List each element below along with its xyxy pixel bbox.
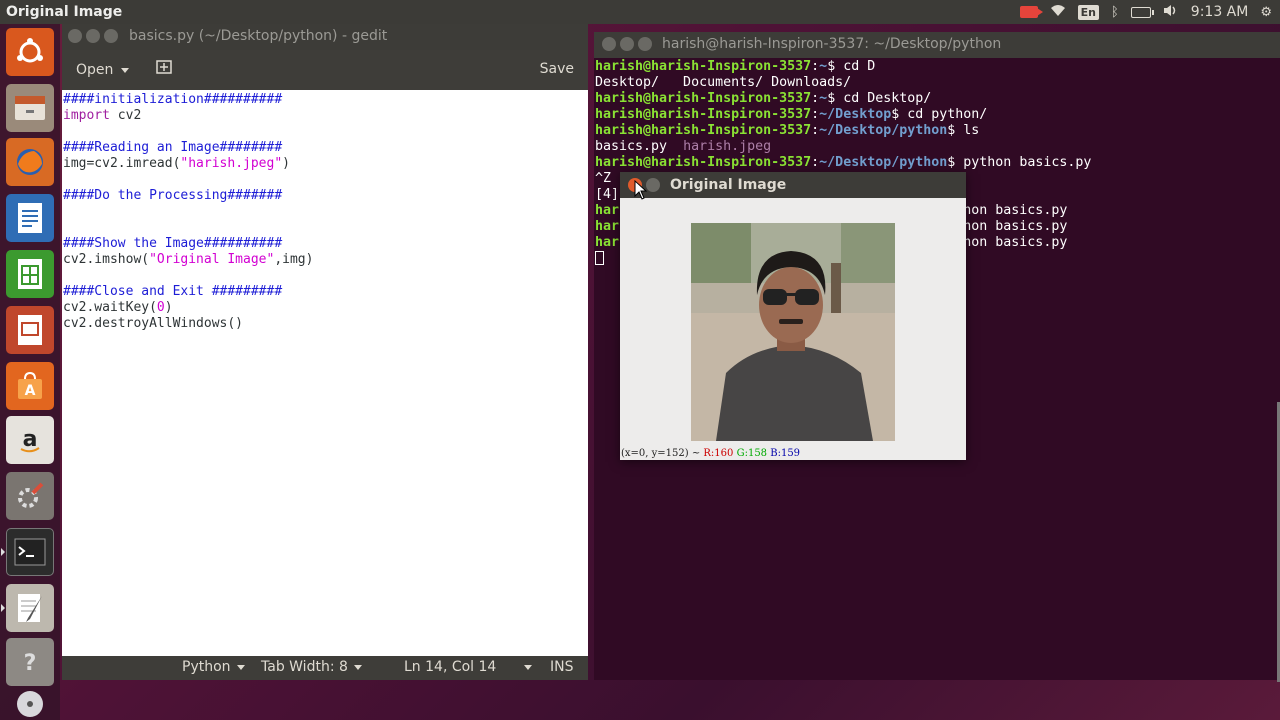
gedit-titlebar[interactable]: basics.py (~/Desktop/python) - gedit [62, 24, 588, 50]
dvd-drive-icon[interactable] [6, 688, 54, 720]
code-line: cv2.imshow("Original Image",img) [63, 252, 314, 267]
close-button[interactable] [68, 29, 82, 43]
code-line: ####Do the Processing####### [63, 188, 283, 203]
clock[interactable]: 9:13 AM [1191, 4, 1249, 20]
language-label: Python [182, 659, 231, 675]
firefox-icon[interactable] [6, 138, 54, 186]
code-editor[interactable]: ####initialization########## import cv2 … [62, 90, 588, 658]
code-line: cv2.waitKey(0) [63, 300, 173, 315]
save-button[interactable]: Save [540, 61, 574, 77]
minimize-button[interactable] [646, 178, 660, 192]
chevron-down-icon [524, 664, 533, 670]
svg-text:a: a [23, 427, 38, 452]
tab-width-label: Tab Width: 8 [261, 659, 348, 675]
open-label: Open [76, 62, 114, 78]
pixel-green-value: G:158 [736, 448, 768, 459]
ubuntu-dash-icon[interactable] [6, 28, 54, 76]
close-button[interactable] [602, 37, 616, 51]
settings-gear-icon[interactable]: ⚙ [1260, 5, 1272, 20]
battery-icon[interactable] [1130, 6, 1154, 18]
terminal-line: Desktop/ Documents/ Downloads/ [595, 75, 852, 90]
code-line: ####Show the Image########## [63, 236, 283, 251]
new-tab-icon[interactable] [154, 60, 174, 78]
displayed-photo[interactable] [691, 223, 895, 441]
terminal-titlebar[interactable]: harish@harish-Inspiron-3537: ~/Desktop/p… [594, 32, 1280, 58]
gedit-icon[interactable] [6, 584, 54, 632]
pixel-coordinates: (x=0, y=152) ~ [621, 448, 701, 459]
open-button[interactable]: Open [70, 57, 135, 83]
top-panel: Original Image En ᛒ 9:13 AM ⚙ [0, 0, 1280, 24]
code-line: img=cv2.imread("harish.jpeg") [63, 156, 290, 171]
code-line: ####Reading an Image######## [63, 140, 283, 155]
code-line: import cv2 [63, 108, 142, 123]
terminal-line: harish@harish-Inspiron-3537:~$ cd D [595, 59, 876, 74]
amazon-icon[interactable]: a [6, 416, 54, 464]
libreoffice-calc-icon[interactable] [6, 250, 54, 298]
keyboard-language-indicator[interactable]: En [1077, 4, 1099, 20]
window-title: basics.py (~/Desktop/python) - gedit [129, 28, 388, 44]
terminal-cursor [595, 251, 604, 265]
bluetooth-icon[interactable]: ᛒ [1111, 5, 1119, 20]
mouse-pointer-icon [634, 179, 648, 200]
active-app-title: Original Image [6, 4, 123, 20]
terminal-line: basics.py harish.jpeg [595, 139, 772, 154]
window-title: Original Image [670, 177, 787, 193]
system-settings-icon[interactable] [6, 472, 54, 520]
system-tray: En ᛒ 9:13 AM ⚙ [1019, 0, 1272, 24]
gedit-window: basics.py (~/Desktop/python) - gedit Ope… [62, 24, 588, 680]
launcher: A a ? [0, 24, 60, 720]
terminal-icon[interactable] [6, 528, 54, 576]
terminal-line: harish@harish-Inspiron-3537:~/Desktop$ c… [595, 107, 988, 122]
pixel-red-value: R:160 [703, 448, 734, 459]
maximize-button[interactable] [638, 37, 652, 51]
wifi-icon[interactable] [1050, 4, 1066, 21]
insert-mode-indicator: INS [550, 659, 574, 675]
svg-text:?: ? [24, 651, 37, 676]
code-line: ####Close and Exit ######### [63, 284, 283, 299]
chevron-down-icon [121, 67, 130, 73]
chevron-down-icon [236, 664, 245, 670]
tab-width-selector[interactable]: Tab Width: 8 [261, 659, 362, 675]
screen-recorder-icon[interactable] [1019, 6, 1043, 18]
gedit-statusbar: Python Tab Width: 8 Ln 14, Col 14 INS [62, 656, 588, 680]
pixel-info-statusbar: (x=0, y=152) ~ R:160 G:158 B:159 [620, 448, 966, 460]
svg-text:A: A [25, 383, 36, 399]
gedit-toolbar: Open Save [62, 50, 588, 90]
insert-mode-label: INS [550, 659, 574, 675]
cursor-position-label: Ln 14, Col 14 [404, 659, 497, 675]
code-line: ####initialization########## [63, 92, 283, 107]
volume-icon[interactable] [1163, 4, 1179, 21]
cursor-position-selector[interactable]: Ln 14, Col 14 [404, 659, 533, 675]
libreoffice-writer-icon[interactable] [6, 194, 54, 242]
terminal-line: harish@harish-Inspiron-3537:~/Desktop/py… [595, 123, 980, 138]
libreoffice-impress-icon[interactable] [6, 306, 54, 354]
running-app-indicator [1, 604, 5, 612]
terminal-line: harish@harish-Inspiron-3537:~$ cd Deskto… [595, 91, 932, 106]
code-line: cv2.destroyAllWindows() [63, 316, 244, 331]
chevron-down-icon [353, 664, 362, 670]
language-selector[interactable]: Python [182, 659, 245, 675]
opencv-titlebar[interactable]: Original Image [620, 172, 966, 198]
opencv-image-window: Original Image (x=0, y=152) ~ R:160 G:15… [620, 172, 966, 460]
minimize-button[interactable] [86, 29, 100, 43]
window-title: harish@harish-Inspiron-3537: ~/Desktop/p… [662, 36, 1002, 52]
running-app-indicator [1, 548, 5, 556]
maximize-button[interactable] [104, 29, 118, 43]
software-center-icon[interactable]: A [6, 362, 54, 410]
files-icon[interactable] [6, 84, 54, 132]
help-icon[interactable]: ? [6, 638, 54, 686]
pixel-blue-value: B:159 [770, 448, 801, 459]
terminal-line: harish@harish-Inspiron-3537:~/Desktop/py… [595, 155, 1092, 170]
minimize-button[interactable] [620, 37, 634, 51]
